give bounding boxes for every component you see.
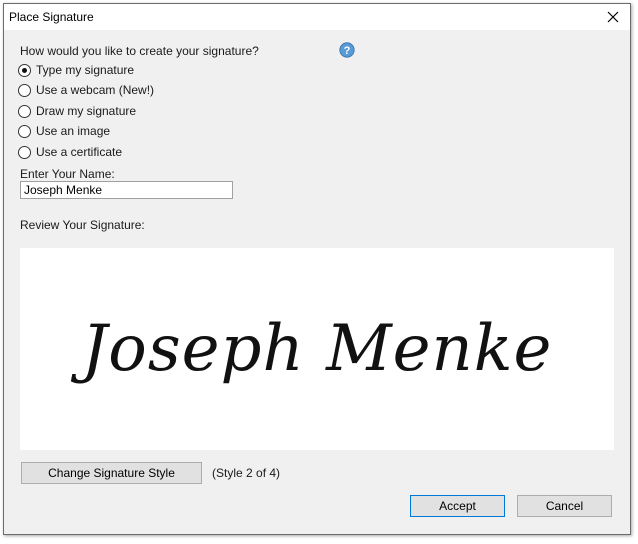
accept-button[interactable]: Accept	[410, 495, 505, 517]
signature-preview: Joseph Menke	[20, 248, 614, 450]
window-title: Place Signature	[9, 10, 94, 24]
radio-button[interactable]	[18, 104, 31, 118]
name-input[interactable]	[20, 181, 233, 199]
option-label: Use a certificate	[36, 145, 123, 159]
svg-text:?: ?	[344, 45, 351, 57]
option-certificate[interactable]: Use a certificate	[18, 144, 122, 160]
close-icon	[607, 11, 619, 23]
change-style-button[interactable]: Change Signature Style	[21, 462, 202, 484]
title-bar: Place Signature	[4, 4, 630, 30]
radio-button[interactable]	[18, 145, 31, 159]
option-label: Use a webcam (New!)	[36, 83, 155, 97]
radio-button[interactable]	[18, 83, 31, 97]
option-label: Use an image	[36, 124, 111, 138]
name-field-label: Enter Your Name:	[20, 167, 115, 181]
radio-button[interactable]	[18, 63, 31, 77]
close-button[interactable]	[596, 4, 630, 30]
radio-button[interactable]	[18, 124, 31, 138]
option-type-signature[interactable]: Type my signature	[18, 62, 134, 78]
option-image[interactable]: Use an image	[18, 123, 110, 139]
option-draw-signature[interactable]: Draw my signature	[18, 103, 136, 119]
option-label: Draw my signature	[36, 104, 137, 118]
help-icon[interactable]: ?	[339, 42, 355, 58]
option-label: Type my signature	[36, 63, 135, 77]
method-prompt: How would you like to create your signat…	[20, 44, 259, 58]
signature-preview-text: Joseph Menke	[81, 312, 553, 386]
place-signature-dialog: Place Signature How would you like to cr…	[3, 3, 631, 535]
cancel-button[interactable]: Cancel	[517, 495, 612, 517]
option-webcam[interactable]: Use a webcam (New!)	[18, 82, 154, 98]
style-count: (Style 2 of 4)	[212, 466, 281, 480]
review-label: Review Your Signature:	[20, 218, 145, 232]
